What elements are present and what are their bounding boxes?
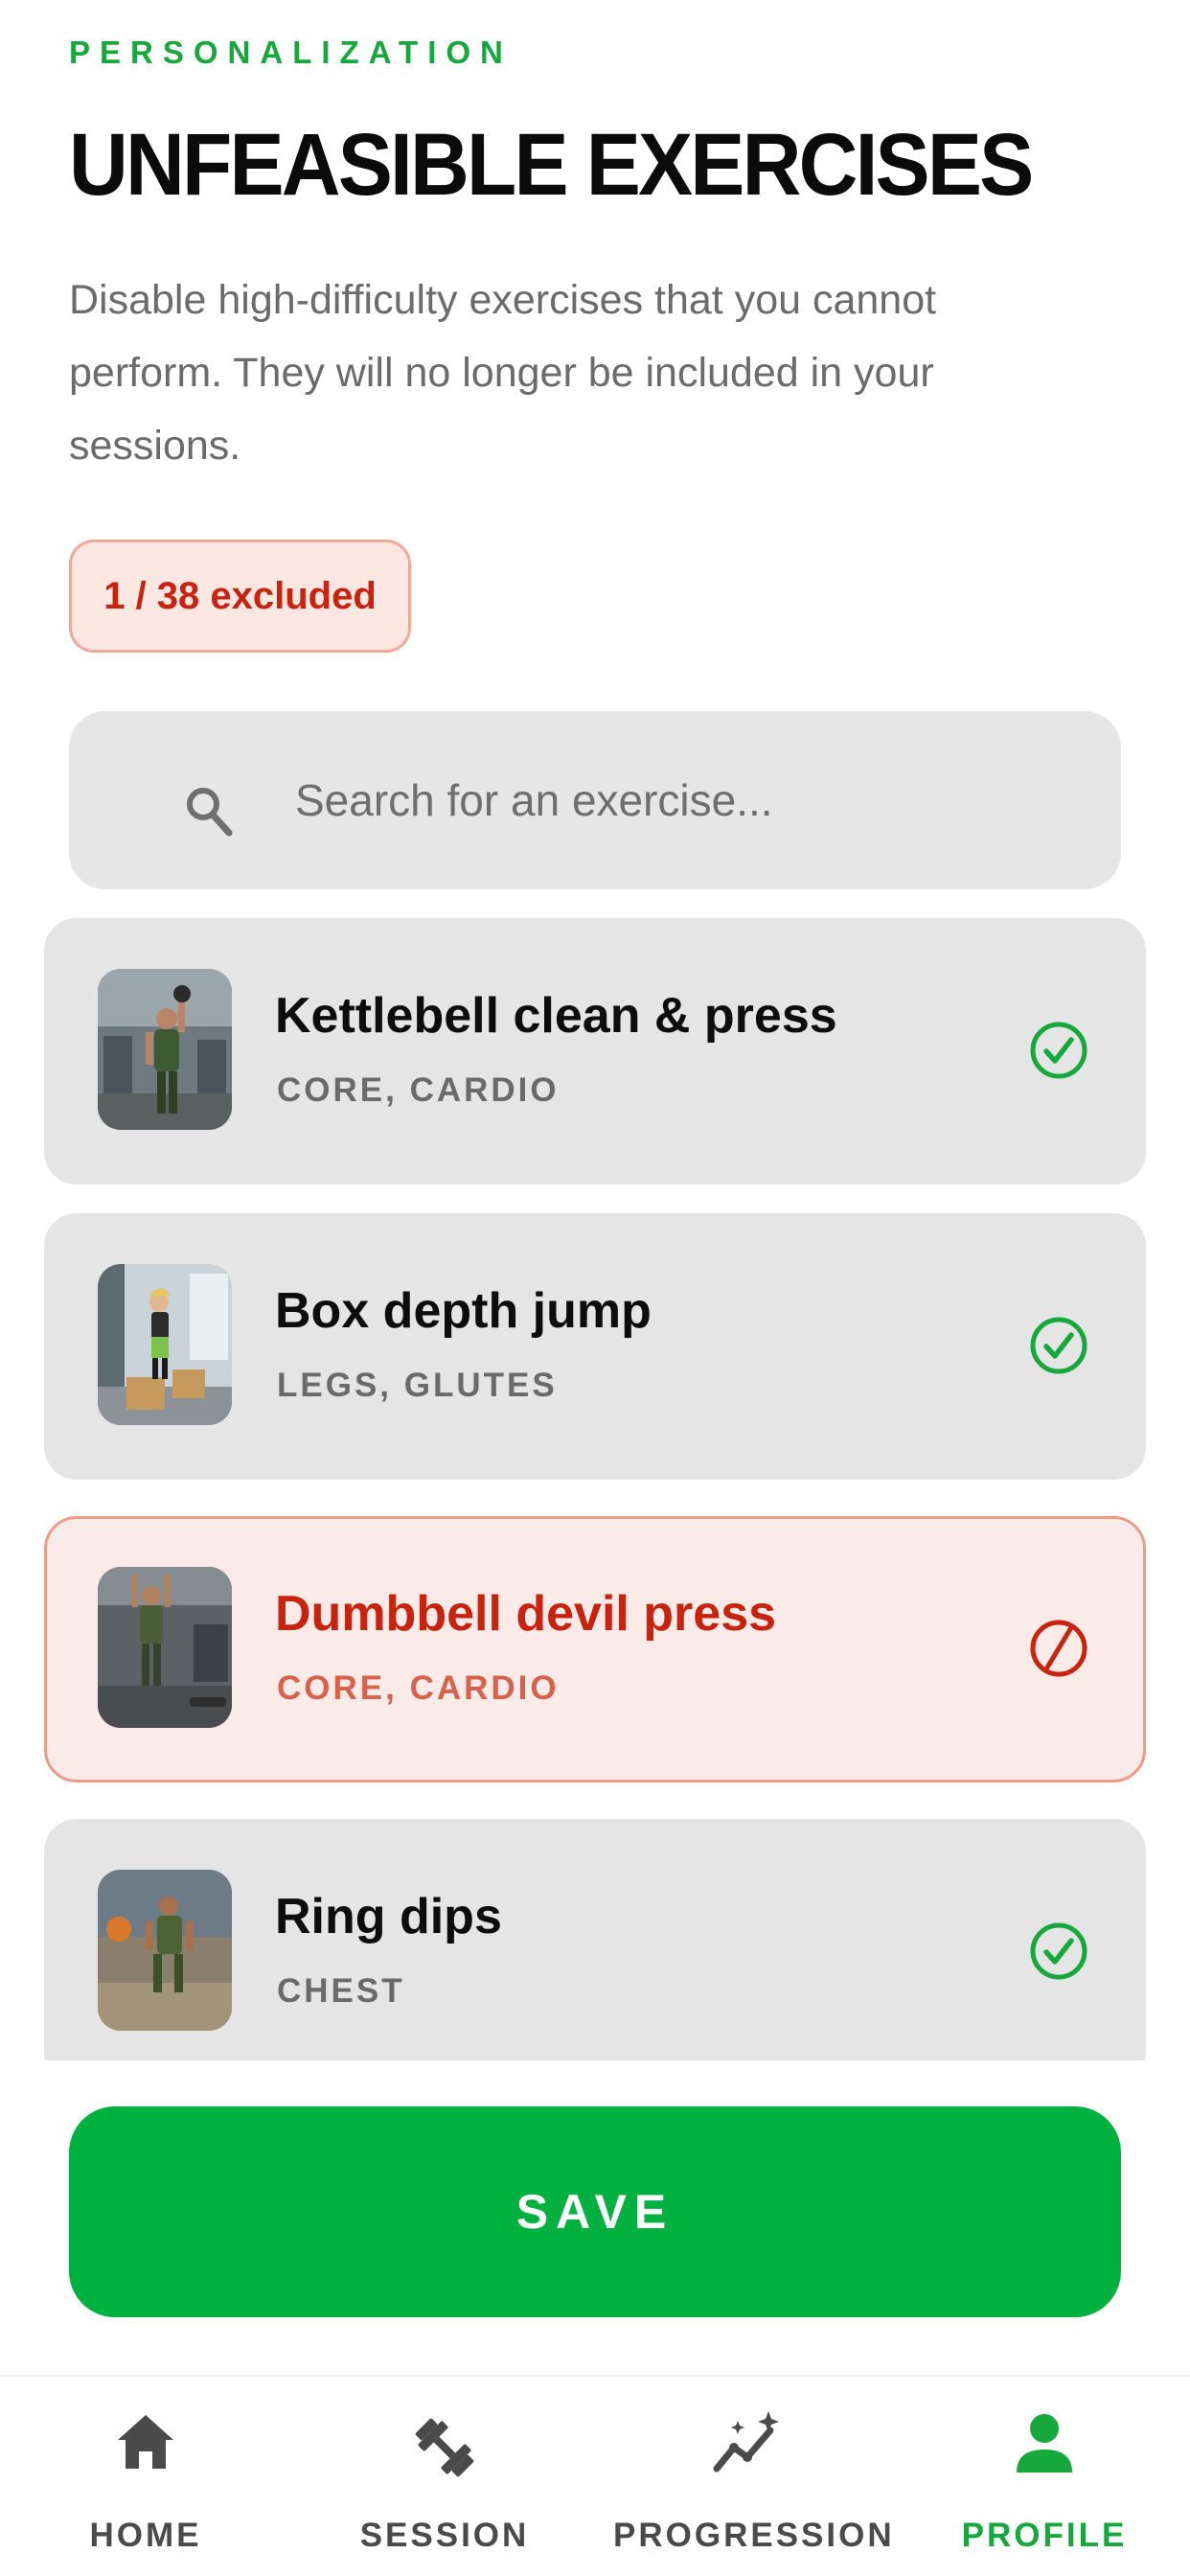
- home-icon: [118, 2415, 173, 2469]
- exercise-card-ring-dips[interactable]: Ring dips CHEST: [44, 1819, 1146, 2060]
- nav-label: SESSION: [359, 2517, 530, 2554]
- search-icon: [187, 788, 233, 837]
- exercise-thumbnail: [98, 1870, 232, 2031]
- trend-sparkle-icon: [713, 2411, 779, 2472]
- nav-label: PROGRESSION: [613, 2517, 895, 2554]
- exercise-thumbnail: [98, 1567, 232, 1728]
- nav-label: HOME: [89, 2517, 202, 2554]
- exercise-name: Kettlebell clean & press: [275, 988, 837, 1044]
- nav-item-home[interactable]: HOME: [59, 2377, 232, 2576]
- search-bar[interactable]: [69, 711, 1121, 889]
- exercise-card-kettlebell-clean-press[interactable]: Kettlebell clean & press CORE, CARDIO: [44, 918, 1146, 1184]
- search-input[interactable]: [295, 759, 1081, 841]
- exercise-card-dumbbell-devil-press[interactable]: Dumbbell devil press CORE, CARDIO: [44, 1516, 1146, 1782]
- nav-item-profile[interactable]: PROFILE: [958, 2377, 1131, 2576]
- page-description: Disable high-difficulty exercises that y…: [69, 277, 937, 469]
- save-button[interactable]: SAVE: [69, 2106, 1121, 2317]
- section-eyebrow: PERSONALIZATION: [69, 34, 513, 70]
- exercise-name: Box depth jump: [275, 1283, 652, 1339]
- nav-item-session[interactable]: SESSION: [358, 2377, 531, 2576]
- nav-label: PROFILE: [961, 2517, 1128, 2554]
- check-circle-icon[interactable]: [1027, 1918, 1090, 1985]
- exercise-thumbnail: [98, 1264, 232, 1425]
- check-circle-icon[interactable]: [1027, 1017, 1090, 1084]
- exercise-name: Ring dips: [275, 1889, 502, 1944]
- excluded-count-badge: 1 / 38 excluded: [69, 540, 411, 653]
- exercise-list[interactable]: Kettlebell clean & press CORE, CARDIO Bo…: [44, 918, 1146, 2060]
- nav-item-progression[interactable]: PROGRESSION: [613, 2377, 895, 2576]
- exercise-muscle-tags: CHEST: [277, 1972, 405, 2010]
- check-circle-icon[interactable]: [1027, 1312, 1090, 1379]
- person-icon: [1017, 2414, 1072, 2472]
- dumbbell-icon: [415, 2418, 474, 2477]
- exercise-thumbnail: [98, 969, 232, 1130]
- exercise-muscle-tags: CORE, CARDIO: [277, 1071, 560, 1109]
- exercise-muscle-tags: CORE, CARDIO: [277, 1669, 560, 1707]
- page-title: UNFEASIBLE EXERCISES: [69, 116, 1034, 214]
- prohibited-icon[interactable]: [1027, 1615, 1090, 1682]
- bottom-navigation: HOME SESSION PROGRESSION PROFILE: [0, 2375, 1190, 2576]
- exercise-name: Dumbbell devil press: [275, 1586, 777, 1642]
- exercise-muscle-tags: LEGS, GLUTES: [277, 1367, 558, 1404]
- exercise-card-box-depth-jump[interactable]: Box depth jump LEGS, GLUTES: [44, 1213, 1146, 1480]
